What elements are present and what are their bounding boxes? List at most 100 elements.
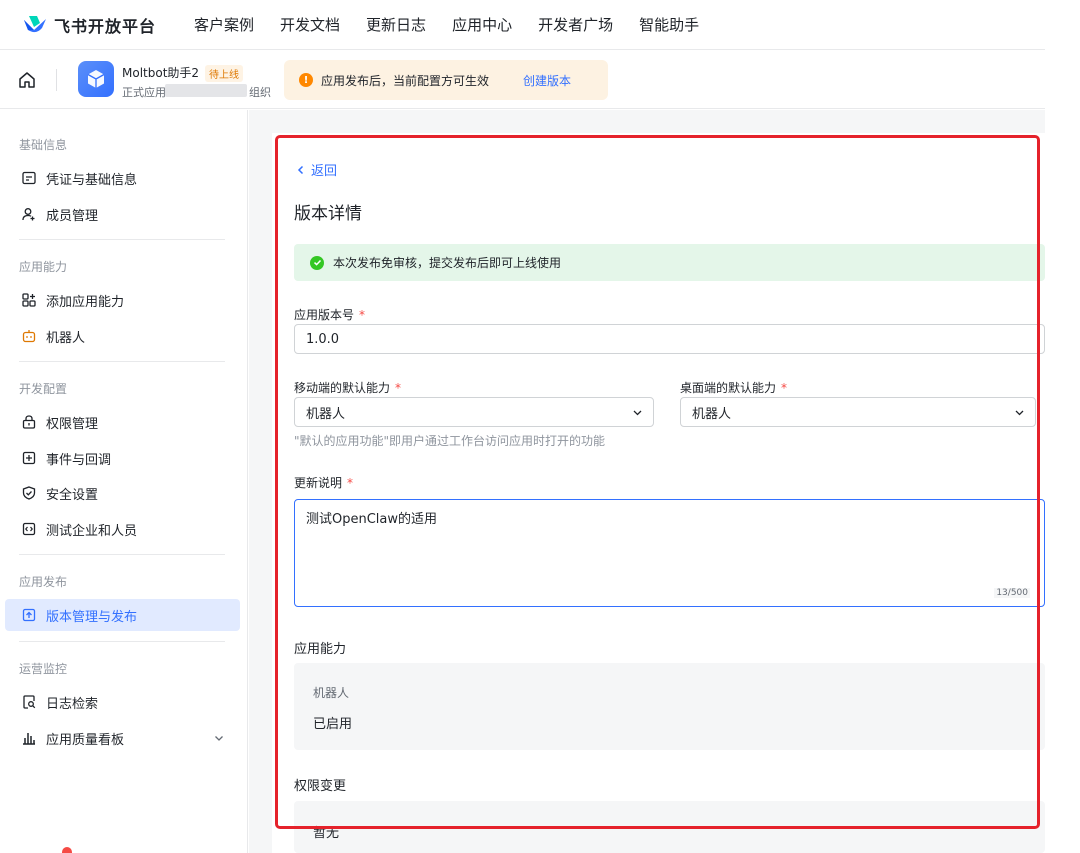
back-label: 返回: [311, 164, 338, 179]
mobile-default-label: 移动端的默认能力 *: [294, 379, 401, 396]
sidebar-item-label: 测试企业和人员: [46, 523, 138, 539]
notice-text: 应用发布后，当前配置方可生效: [321, 73, 490, 88]
select-value: 机器人: [692, 406, 732, 422]
app-name: Moltbot助手2: [122, 66, 200, 80]
chevron-down-icon: [633, 410, 642, 416]
sidebar-item-members[interactable]: 成员管理: [5, 198, 240, 230]
default-capability-hint: "默认的应用功能"即用户通过工作台访问应用时打开的功能: [294, 434, 606, 448]
bar-chart-icon: [21, 730, 37, 746]
cube-icon: [87, 70, 105, 88]
nav-menu: 客户案例 开发文档 更新日志 应用中心 开发者广场 智能助手: [194, 14, 725, 35]
sidebar-section-dev-config: 开发配置: [19, 382, 68, 396]
textarea-value: 测试OpenClaw的适用: [306, 512, 438, 527]
desktop-default-label: 桌面端的默认能力 *: [680, 379, 787, 396]
sidebar-item-label: 日志检索: [46, 696, 99, 712]
app-avatar: [78, 61, 114, 97]
sidebar-item-permissions[interactable]: 权限管理: [5, 406, 240, 438]
select-value: 机器人: [306, 406, 346, 422]
app-header: Moltbot助手2 待上线 正式应用 组织 ! 应用发布后，当前配置方可生效 …: [0, 51, 1045, 109]
publish-notice: ! 应用发布后，当前配置方可生效 创建版本: [284, 60, 608, 100]
shield-check-icon: [21, 485, 37, 501]
sidebar-item-credentials[interactable]: 凭证与基础信息: [5, 162, 240, 194]
sidebar-section-capability: 应用能力: [19, 260, 68, 274]
sidebar-item-events[interactable]: 事件与回调: [5, 442, 240, 474]
app-org-suffix: 组织: [249, 86, 271, 99]
feishu-logo-icon: [24, 15, 46, 32]
sidebar-item-label: 凭证与基础信息: [46, 172, 138, 188]
sidebar-item-log-search[interactable]: 日志检索: [5, 686, 240, 718]
sidebar-section-basic: 基础信息: [19, 138, 68, 152]
capability-status: 已启用: [313, 717, 353, 732]
warning-icon: !: [299, 73, 313, 87]
status-badge: 待上线: [205, 65, 243, 82]
sidebar-item-security[interactable]: 安全设置: [5, 477, 240, 509]
nav-item-developer-square[interactable]: 开发者广场: [538, 14, 613, 35]
version-number-label: 应用版本号 *: [294, 306, 365, 323]
capability-section-title: 应用能力: [294, 642, 347, 657]
nav-item-assistant[interactable]: 智能助手: [639, 14, 699, 35]
label-text: 移动端的默认能力: [294, 381, 391, 395]
success-alert: 本次发布免审核，提交发布后即可上线使用: [294, 244, 1045, 281]
alert-text: 本次发布免审核，提交发布后即可上线使用: [333, 256, 562, 270]
log-search-icon: [21, 694, 37, 710]
code-test-icon: [21, 521, 37, 537]
create-version-link[interactable]: 创建版本: [523, 72, 571, 89]
required-mark: *: [781, 381, 788, 395]
sidebar-item-label: 成员管理: [46, 208, 99, 224]
nav-item-changelog[interactable]: 更新日志: [366, 14, 426, 35]
app-type: 正式应用: [122, 86, 166, 99]
notification-dot: [62, 847, 72, 853]
nav-item-docs[interactable]: 开发文档: [280, 14, 340, 35]
top-nav: 飞书开放平台 客户案例 开发文档 更新日志 应用中心 开发者广场 智能助手: [0, 0, 1045, 50]
sidebar-item-version-release[interactable]: 版本管理与发布: [5, 599, 240, 631]
required-mark: *: [359, 308, 366, 322]
chevron-down-icon: [1015, 410, 1024, 416]
back-link[interactable]: 返回: [296, 160, 337, 179]
divider: [56, 69, 57, 91]
capability-name: 机器人: [313, 686, 350, 700]
app-grid-add-icon: [21, 292, 37, 308]
divider: [19, 641, 225, 642]
member-add-icon: [21, 206, 37, 222]
check-circle-icon: [310, 255, 324, 270]
sidebar-item-label: 添加应用能力: [46, 294, 125, 310]
label-text: 应用版本号: [294, 308, 355, 322]
brand-name: 飞书开放平台: [54, 16, 157, 36]
capability-box: 机器人 已启用: [294, 663, 1045, 750]
version-number-input[interactable]: 1.0.0: [294, 324, 1045, 354]
sidebar-item-label: 事件与回调: [46, 452, 112, 468]
sidebar-item-label: 应用质量看板: [46, 732, 125, 748]
sidebar-item-robot[interactable]: 机器人: [5, 320, 240, 352]
permission-section-title: 权限变更: [294, 779, 347, 794]
brand[interactable]: 飞书开放平台: [22, 13, 156, 37]
mobile-default-select[interactable]: 机器人: [294, 397, 654, 427]
divider: [19, 239, 225, 240]
release-notes-textarea[interactable]: 测试OpenClaw的适用 13/500: [294, 499, 1045, 607]
sidebar-item-label: 安全设置: [46, 487, 99, 503]
label-text: 更新说明: [294, 476, 343, 490]
input-value: 1.0.0: [306, 331, 340, 347]
permission-value: 暂无: [313, 826, 340, 841]
sidebar-item-label: 权限管理: [46, 416, 99, 432]
chevron-down-icon: [215, 736, 223, 741]
sidebar-section-release: 应用发布: [19, 575, 68, 589]
redacted-org-name: [165, 84, 247, 97]
sidebar: 基础信息 凭证与基础信息 成员管理 应用能力 添加应用能力 机器人 开发配置 权…: [0, 110, 248, 853]
permission-box: 暂无: [294, 801, 1045, 853]
nav-item-app-center[interactable]: 应用中心: [452, 14, 512, 35]
event-callback-icon: [21, 450, 37, 466]
desktop-default-select[interactable]: 机器人: [680, 397, 1036, 427]
chevron-left-icon: [297, 165, 304, 174]
upload-version-icon: [21, 607, 37, 623]
robot-icon: [21, 328, 37, 344]
page-title: 版本详情: [294, 204, 362, 224]
sidebar-item-test-enterprise[interactable]: 测试企业和人员: [5, 513, 240, 545]
sidebar-item-label: 机器人: [46, 330, 86, 346]
nav-item-cases[interactable]: 客户案例: [194, 14, 254, 35]
sidebar-item-add-capability[interactable]: 添加应用能力: [5, 284, 240, 316]
divider: [19, 361, 225, 362]
required-mark: *: [347, 476, 354, 490]
sidebar-item-quality-dashboard[interactable]: 应用质量看板: [5, 722, 240, 754]
release-notes-label: 更新说明 *: [294, 474, 353, 491]
home-icon[interactable]: [18, 71, 36, 89]
